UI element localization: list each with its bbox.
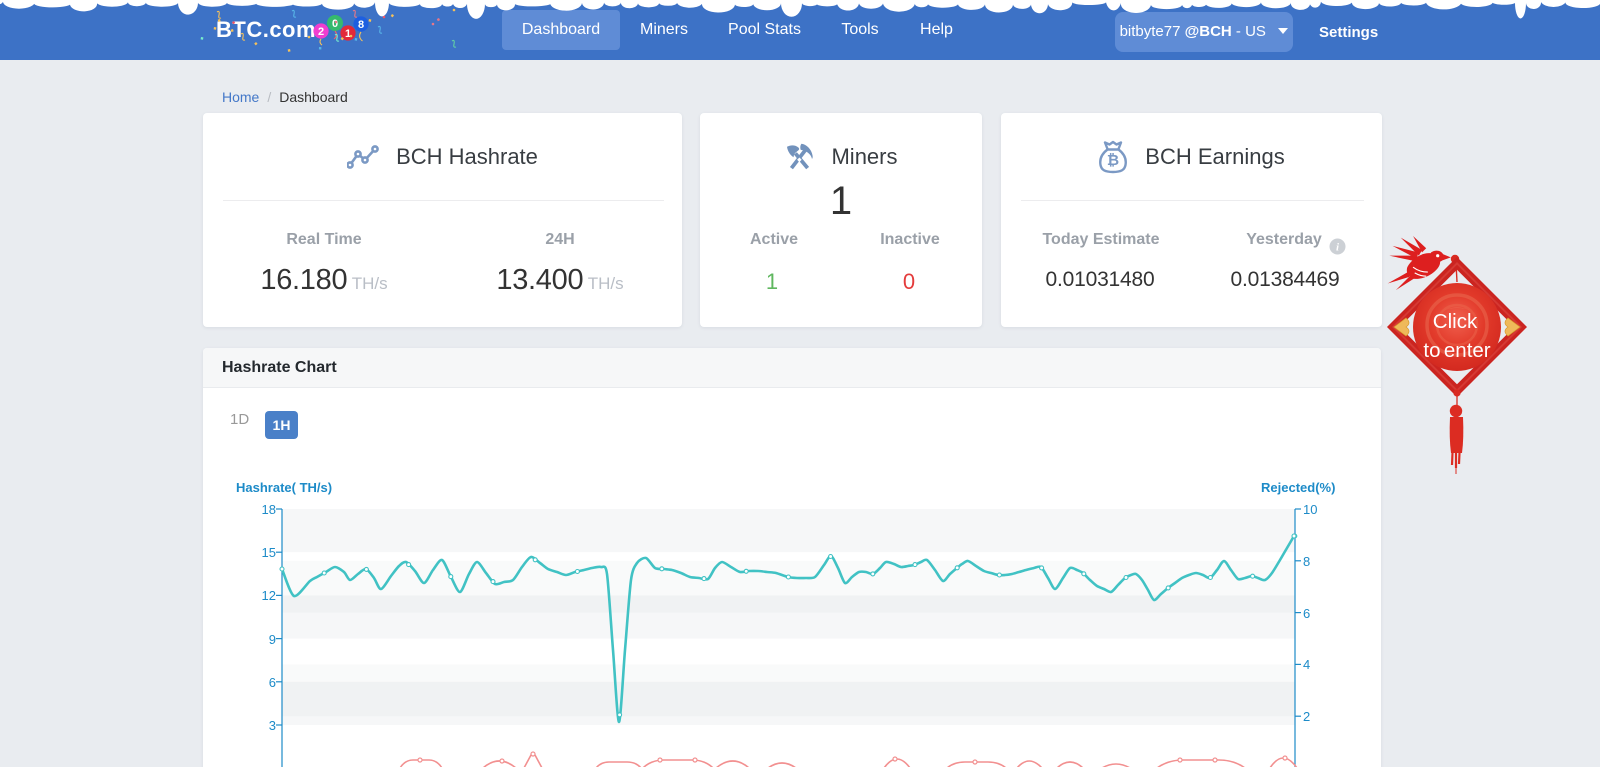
svg-text:15: 15 bbox=[262, 545, 276, 560]
svg-text:10: 10 bbox=[1303, 502, 1317, 517]
svg-text:Rejected(%): Rejected(%) bbox=[1261, 480, 1335, 495]
svg-text:12: 12 bbox=[262, 588, 276, 603]
svg-text:9: 9 bbox=[269, 632, 276, 647]
svg-text:18: 18 bbox=[262, 502, 276, 517]
svg-text:Hashrate( TH/s): Hashrate( TH/s) bbox=[236, 480, 332, 495]
svg-text:3: 3 bbox=[269, 718, 276, 733]
svg-text:to enter: to enter bbox=[1423, 339, 1490, 362]
svg-text:8: 8 bbox=[1303, 554, 1310, 569]
svg-text:₿: ₿ bbox=[1107, 152, 1119, 169]
svg-text:2: 2 bbox=[1303, 709, 1310, 724]
svg-text:6: 6 bbox=[1303, 606, 1310, 621]
svg-text:Click: Click bbox=[1433, 310, 1478, 333]
svg-text:4: 4 bbox=[1303, 657, 1310, 672]
svg-text:6: 6 bbox=[269, 675, 276, 690]
